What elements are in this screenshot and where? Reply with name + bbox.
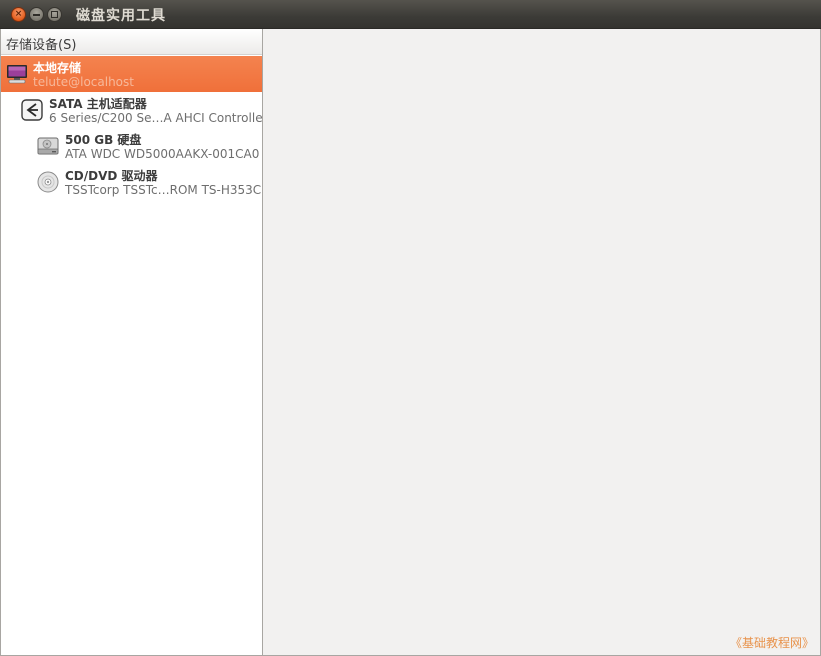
device-item-local-storage[interactable]: 本地存储 telute@localhost [1,56,262,92]
device-item-hard-disk[interactable]: 500 GB 硬盘 ATA WDC WD5000AAKX-001CA0 [1,128,262,164]
minimize-icon [33,14,40,16]
device-name: 本地存储 [33,61,82,75]
device-details-pane: 《基础教程网》 [263,29,821,656]
device-name: CD/DVD 驱动器 [65,169,158,183]
close-button[interactable]: × [11,7,26,22]
device-subtitle: TSSTcorp TSSTc…ROM TS-H353C [65,183,262,197]
device-item-sata-adapter[interactable]: SATA 主机适配器 6 Series/C200 Se…A AHCI Contr… [1,92,268,128]
device-name: SATA 主机适配器 [49,97,147,111]
computer-icon [7,65,27,84]
minimize-button[interactable] [29,7,44,22]
maximize-icon [51,11,58,18]
disk-utility-window: × 磁盘实用工具 存储设备(S) 本地存储 telute@localhost S… [0,0,821,656]
hard-disk-icon [37,137,59,155]
maximize-button[interactable] [47,7,62,22]
watermark-text: 《基础教程网》 [729,636,814,650]
storage-devices-header-label: 存储设备(S) [6,38,77,53]
storage-devices-header[interactable]: 存储设备(S) [1,29,262,55]
title-bar[interactable]: × 磁盘实用工具 [0,0,821,29]
storage-devices-pane[interactable]: 存储设备(S) 本地存储 telute@localhost SATA 主机适配器… [0,29,268,656]
device-subtitle: ATA WDC WD5000AAKX-001CA0 [65,147,260,161]
device-item-optical-drive[interactable]: CD/DVD 驱动器 TSSTcorp TSSTc…ROM TS-H353C [1,164,262,200]
close-icon: × [14,9,23,19]
sata-controller-icon [21,99,43,121]
device-name: 500 GB 硬盘 [65,133,142,147]
optical-drive-icon [37,171,59,193]
window-title: 磁盘实用工具 [76,8,166,24]
device-subtitle: 6 Series/C200 Se…A AHCI Controller [49,111,268,125]
device-subtitle: telute@localhost [33,75,134,89]
